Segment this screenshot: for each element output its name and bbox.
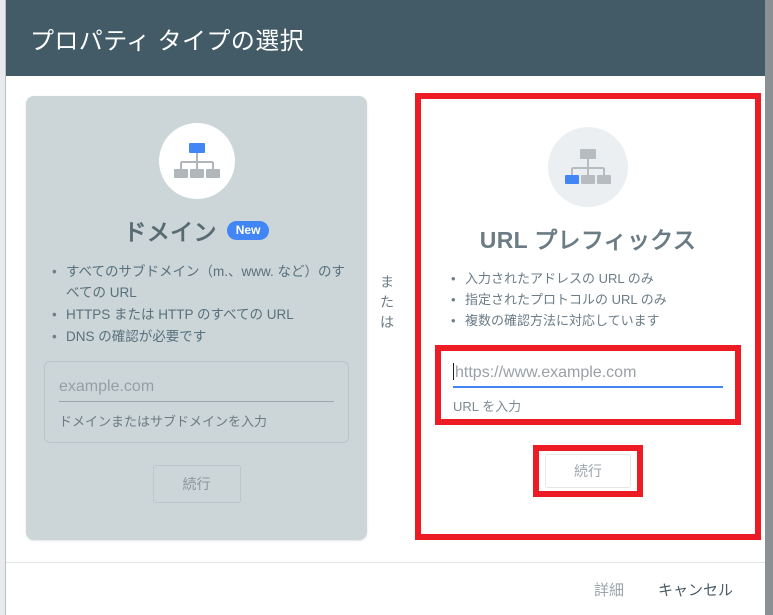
dialog-footer: 詳細 キャンセル — [6, 562, 765, 615]
sitemap-icon — [158, 123, 235, 199]
list-item: 指定されたプロトコルの URL のみ — [443, 290, 733, 310]
domain-input-line[interactable]: example.com — [59, 378, 334, 402]
list-item: すべてのサブドメイン（m.、www. など）のすべての URL — [44, 261, 349, 303]
domain-card-title: ドメイン — [123, 219, 217, 245]
or-divider: また は — [374, 272, 400, 332]
dialog-header: プロパティ タイプの選択 — [6, 0, 765, 76]
sitemap-icon-svg — [173, 143, 220, 178]
url-input-line[interactable]: https://www.example.com — [453, 363, 723, 388]
domain-card-title-row: ドメイン New — [44, 213, 349, 247]
list-item: 入力されたアドレスの URL のみ — [443, 269, 733, 289]
url-card-title-row: URL プレフィックス — [443, 221, 733, 255]
dialog-body: ドメイン New すべてのサブドメイン（m.、www. など）のすべての URL… — [6, 76, 765, 562]
url-input-helper: URL を入力 — [453, 399, 522, 414]
scrollbar-thumb[interactable] — [765, 0, 773, 615]
list-item: HTTPS または HTTP のすべての URL — [44, 304, 349, 325]
or-divider-line1: また — [380, 274, 394, 310]
property-type-dialog: プロパティ タイプの選択 ドメイン New すべてのサブドメイン（m.、www.… — [0, 0, 773, 615]
url-input-highlight-box: https://www.example.com URL を入力 — [435, 345, 741, 425]
cancel-button[interactable]: キャンセル — [658, 579, 733, 600]
vertical-scrollbar[interactable] — [765, 0, 773, 615]
page-title: プロパティ タイプの選択 — [30, 27, 305, 55]
new-badge: New — [226, 220, 270, 240]
details-link[interactable]: 詳細 — [594, 579, 624, 600]
domain-continue-button[interactable]: 続行 — [152, 465, 241, 503]
url-input-placeholder[interactable]: https://www.example.com — [455, 364, 636, 381]
url-card-title: URL プレフィックス — [479, 227, 697, 253]
list-item: DNS の確認が必要です — [44, 326, 349, 347]
domain-property-card[interactable]: ドメイン New すべてのサブドメイン（m.、www. など）のすべての URL… — [26, 96, 367, 540]
domain-card-bullets: すべてのサブドメイン（m.、www. など）のすべての URL HTTPS また… — [44, 261, 349, 347]
sitemap-icon-svg — [565, 149, 611, 184]
url-prefix-property-card[interactable]: URL プレフィックス 入力されたアドレスの URL のみ 指定されたプロトコル… — [415, 93, 761, 540]
url-continue-highlight-box: 続行 — [533, 445, 643, 497]
domain-input-placeholder[interactable]: example.com — [59, 378, 154, 395]
url-continue-button[interactable]: 続行 — [545, 454, 631, 488]
or-divider-line2: は — [380, 314, 394, 330]
text-caret — [453, 363, 454, 380]
domain-input-helper: ドメインまたはサブドメインを入力 — [59, 414, 268, 429]
list-item: 複数の確認方法に対応しています — [443, 311, 733, 331]
domain-input-group[interactable]: example.com ドメインまたはサブドメインを入力 — [44, 361, 349, 443]
url-card-bullets: 入力されたアドレスの URL のみ 指定されたプロトコルの URL のみ 複数の… — [443, 269, 733, 331]
sitemap-icon — [548, 127, 628, 207]
